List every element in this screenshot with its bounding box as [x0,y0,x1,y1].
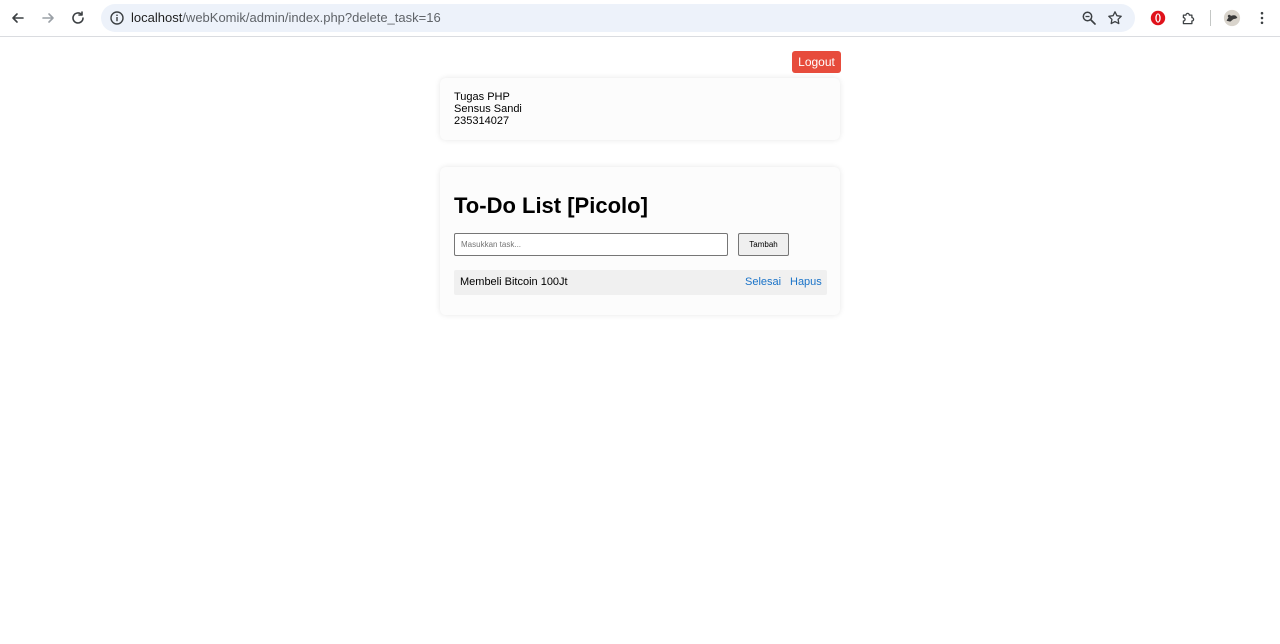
back-button[interactable] [6,6,30,30]
toolbar-separator [1210,10,1211,26]
profile-button[interactable] [1222,8,1242,28]
info-card: Tugas PHP Sensus Sandi 235314027 [440,78,840,140]
extensions-button[interactable] [1178,8,1198,28]
task-row: Membeli Bitcoin 100Jt Selesai Hapus [454,270,827,295]
task-complete-link[interactable]: Selesai [745,276,781,289]
todo-title: To-Do List [Picolo] [454,193,648,218]
kebab-menu-icon [1260,11,1264,25]
url-path: /webKomik/admin/index.php?delete_task=16 [182,10,441,25]
back-arrow-icon [12,13,24,23]
puzzle-icon [1182,12,1194,24]
bookmark-star-icon[interactable] [1107,10,1123,26]
task-delete-link[interactable]: Hapus [790,276,822,289]
opera-extension-button[interactable] [1148,8,1168,28]
info-line-name: Sensus Sandi [454,103,522,115]
address-bar[interactable]: localhost/webKomik/admin/index.php?delet… [101,4,1135,32]
profile-avatar [1223,9,1241,27]
logout-button[interactable]: Logout [792,51,841,73]
url-text[interactable]: localhost/webKomik/admin/index.php?delet… [131,10,441,25]
browser-toolbar: localhost/webKomik/admin/index.php?delet… [0,0,1280,37]
url-host: localhost [131,10,183,25]
zoom-icon[interactable] [1081,10,1097,26]
site-info-icon[interactable] [109,10,125,26]
opera-extension-icon [1150,10,1166,26]
task-input[interactable] [454,233,728,256]
forward-button[interactable] [36,6,60,30]
reload-icon [72,11,84,24]
info-line-course: Tugas PHP [454,91,510,103]
task-text: Membeli Bitcoin 100Jt [460,276,568,288]
reload-button[interactable] [66,6,90,30]
info-line-id: 235314027 [454,115,510,127]
browser-menu-button[interactable] [1252,8,1272,28]
forward-arrow-icon [42,13,54,23]
todo-card: To-Do List [Picolo] Tambah Membeli Bitco… [440,167,840,315]
add-task-button[interactable]: Tambah [738,233,789,256]
